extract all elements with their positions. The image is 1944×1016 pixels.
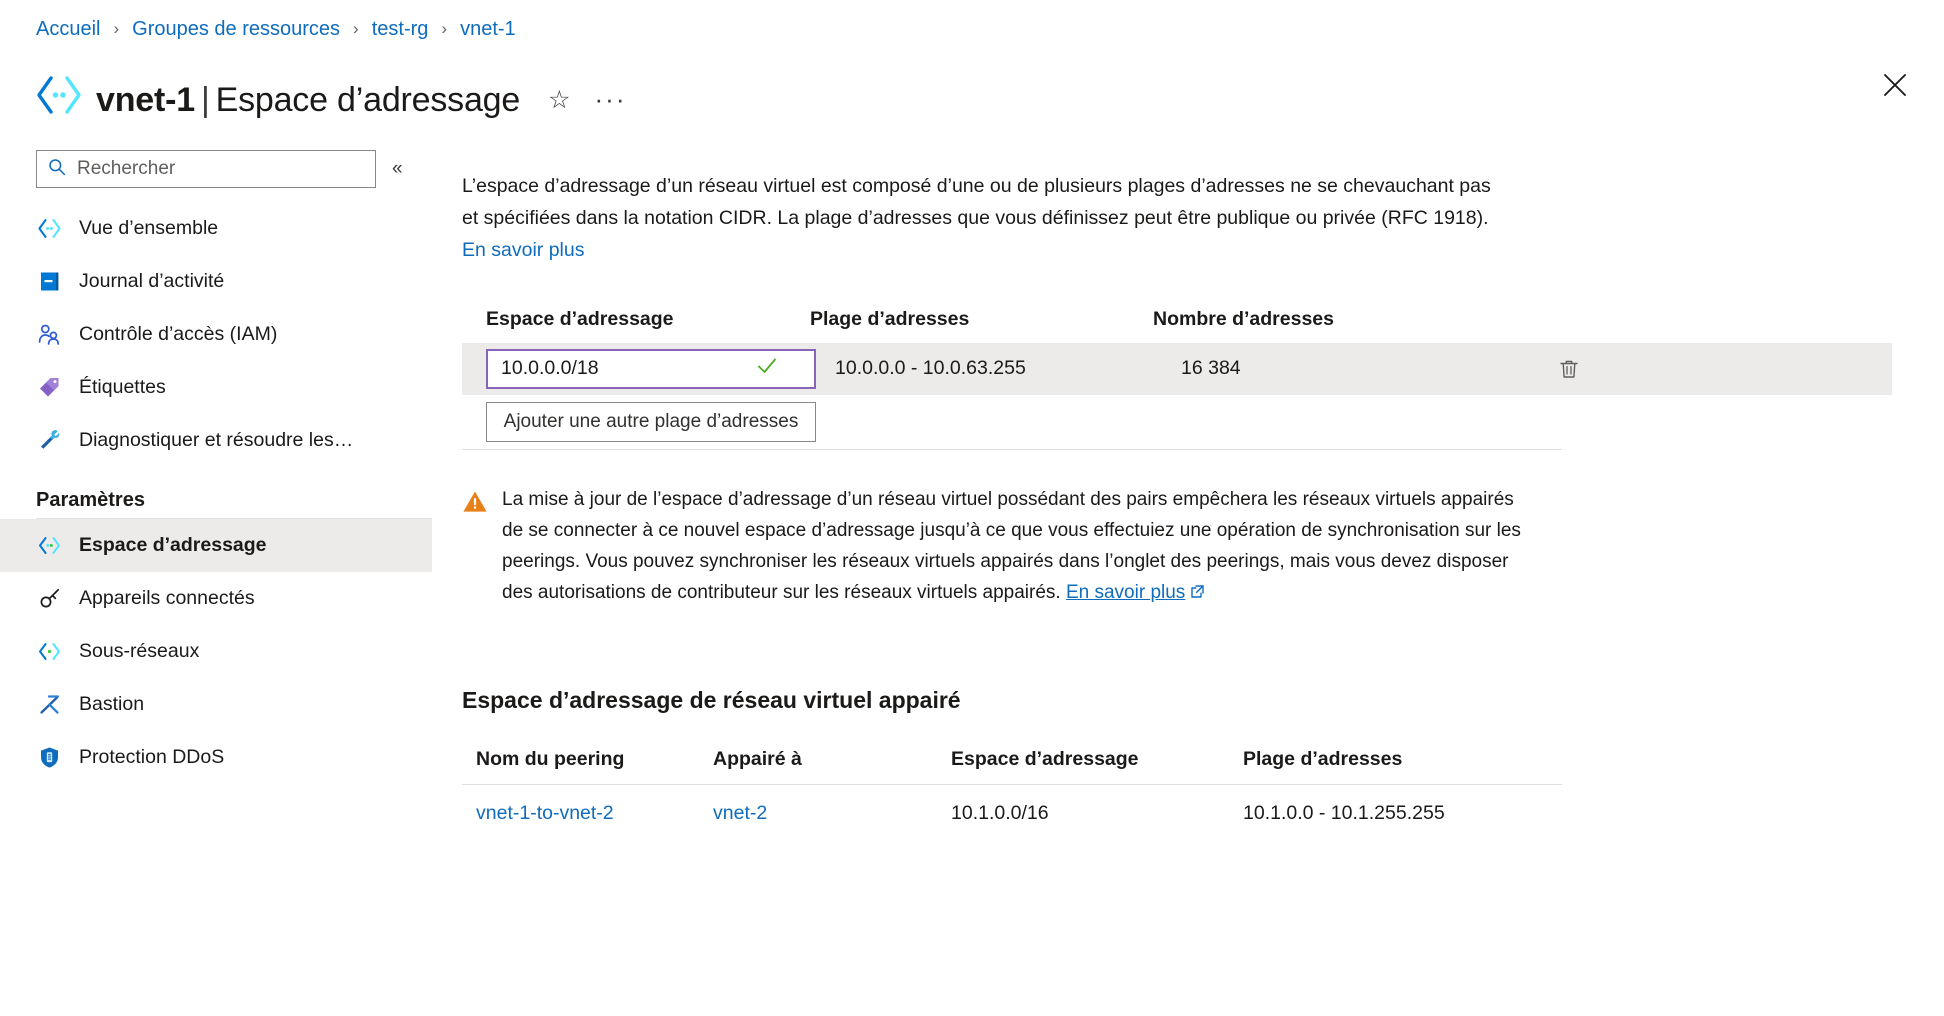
search-box[interactable] — [36, 150, 376, 188]
sidebar-item-label: Bastion — [79, 693, 144, 716]
breadcrumb-separator-icon: › — [353, 19, 359, 39]
sidebar-item-label: Étiquettes — [79, 376, 166, 399]
favorite-star-icon[interactable]: ☆ — [548, 88, 570, 113]
vnet-icon — [36, 216, 62, 242]
cell-address-range: 10.0.0.0 - 10.0.63.255 — [816, 357, 1159, 380]
warning-learn-more-link[interactable]: En savoir plus — [1066, 582, 1185, 603]
peered-address-space-title: Espace d’adressage de réseau virtuel app… — [462, 687, 1892, 714]
column-header-peered-address-range: Plage d’adresses — [1243, 748, 1543, 771]
sidebar-item-label: Protection DDoS — [79, 746, 224, 769]
sidebar-item-overview[interactable]: Vue d’ensemble — [0, 202, 432, 255]
sidebar-item-diagnose[interactable]: Diagnostiquer et résoudre les… — [0, 414, 432, 467]
more-options-icon[interactable]: ··· — [595, 92, 627, 108]
sidebar-search-row: « — [0, 150, 432, 188]
breadcrumb-separator-icon: › — [441, 19, 447, 39]
address-space-input[interactable] — [499, 356, 751, 381]
tag-icon — [36, 375, 62, 401]
cell-address-count: 16 384 — [1159, 357, 1489, 380]
check-icon — [755, 354, 779, 383]
cell-peered-address-range: 10.1.0.0 - 10.1.255.255 — [1243, 802, 1543, 825]
page-title-section: Espace d’adressage — [216, 81, 521, 119]
description-text: L’espace d’adressage d’un réseau virtuel… — [462, 175, 1491, 229]
warning-text: La mise à jour de l’espace d’adressage d… — [502, 489, 1521, 603]
sidebar-item-connected-devices[interactable]: Appareils connectés — [0, 572, 432, 625]
close-blade-button[interactable] — [1874, 64, 1916, 106]
external-link-icon — [1190, 583, 1205, 604]
peered-table-header: Nom du peering Appairé à Espace d’adress… — [462, 748, 1562, 785]
learn-more-link[interactable]: En savoir plus — [462, 239, 584, 261]
breadcrumb-item-resource-groups[interactable]: Groupes de ressources — [132, 18, 340, 41]
column-header-address-space: Espace d’adressage — [462, 308, 810, 331]
sidebar-item-label: Journal d’activité — [79, 270, 224, 293]
sidebar-item-label: Espace d’adressage — [79, 534, 267, 557]
sidebar-item-address-space[interactable]: Espace d’adressage — [0, 519, 432, 572]
azure-portal-blade: Accueil › Groupes de ressources › test-r… — [0, 0, 1944, 1016]
trash-icon — [1557, 357, 1581, 381]
sidebar-item-label: Appareils connectés — [79, 587, 255, 610]
page-title-resource: vnet-1 — [96, 81, 195, 119]
diagnose-icon — [36, 428, 62, 454]
search-input[interactable] — [75, 157, 325, 181]
sidebar-item-label: Sous-réseaux — [79, 640, 199, 663]
warning-icon — [462, 489, 488, 609]
table-row: 10.0.0.0 - 10.0.63.255 16 384 — [462, 343, 1892, 395]
peering-sync-warning: La mise à jour de l’espace d’adressage d… — [462, 484, 1522, 609]
access-control-icon — [36, 322, 62, 348]
column-header-address-count: Nombre d’adresses — [1153, 308, 1483, 331]
sidebar-nav-settings: Espace d’adressage Appareils connectés — [0, 519, 432, 784]
subnets-icon — [36, 639, 62, 665]
sidebar-item-subnets[interactable]: Sous-réseaux — [0, 625, 432, 678]
blade-sidebar: « Vue d’ensemble — [0, 150, 432, 784]
sidebar-item-activity-log[interactable]: Journal d’activité — [0, 255, 432, 308]
sidebar-item-bastion[interactable]: Bastion — [0, 678, 432, 731]
column-header-peered-to: Appairé à — [713, 748, 951, 771]
breadcrumb-item-home[interactable]: Accueil — [36, 18, 100, 41]
address-space-input-wrapper[interactable] — [486, 349, 816, 389]
breadcrumb-item-test-rg[interactable]: test-rg — [372, 18, 429, 41]
column-header-address-range: Plage d’adresses — [810, 308, 1153, 331]
sidebar-item-ddos-protection[interactable]: Protection DDoS — [0, 731, 432, 784]
breadcrumb-item-vnet-1[interactable]: vnet-1 — [460, 18, 516, 41]
bastion-icon — [36, 692, 62, 718]
add-address-range-button[interactable]: Ajouter une autre plage d’adresses — [486, 402, 816, 442]
cell-peered-address-space: 10.1.0.0/16 — [951, 802, 1243, 825]
sidebar-item-label: Vue d’ensemble — [79, 217, 218, 240]
close-icon — [1882, 72, 1908, 98]
page-title: vnet-1|Espace d’adressage — [96, 81, 520, 120]
peered-address-space-table: Nom du peering Appairé à Espace d’adress… — [462, 748, 1562, 843]
sidebar-item-label: Diagnostiquer et résoudre les… — [79, 429, 353, 452]
sidebar-item-tags[interactable]: Étiquettes — [0, 361, 432, 414]
peered-to-link[interactable]: vnet-2 — [713, 802, 767, 824]
sidebar-item-access-control[interactable]: Contrôle d’accès (IAM) — [0, 308, 432, 361]
ddos-protection-icon — [36, 745, 62, 771]
activity-log-icon — [36, 269, 62, 295]
warning-text-block: La mise à jour de l’espace d’adressage d… — [502, 484, 1522, 609]
table-divider — [462, 449, 1562, 450]
table-row: vnet-1-to-vnet-2 vnet-2 10.1.0.0/16 10.1… — [462, 785, 1562, 843]
address-space-description: L’espace d’adressage d’un réseau virtuel… — [462, 170, 1507, 266]
address-space-icon — [36, 533, 62, 559]
breadcrumb-separator-icon: › — [113, 19, 119, 39]
column-header-peering-name: Nom du peering — [476, 748, 713, 771]
virtual-network-icon — [36, 72, 82, 118]
search-icon — [48, 158, 66, 181]
delete-address-space-button[interactable] — [1489, 357, 1599, 381]
breadcrumb: Accueil › Groupes de ressources › test-r… — [36, 18, 516, 41]
peering-name-link[interactable]: vnet-1-to-vnet-2 — [476, 802, 614, 824]
address-space-table-header: Espace d’adressage Plage d’adresses Nomb… — [462, 308, 1892, 343]
sidebar-group-title-settings: Paramètres — [0, 489, 432, 512]
column-header-peered-address-space: Espace d’adressage — [951, 748, 1243, 771]
connected-devices-icon — [36, 586, 62, 612]
page-title-divider: | — [195, 81, 216, 119]
main-content: L’espace d’adressage d’un réseau virtuel… — [462, 150, 1892, 843]
address-space-table: Espace d’adressage Plage d’adresses Nomb… — [462, 308, 1892, 450]
collapse-sidebar-icon[interactable]: « — [392, 158, 403, 180]
sidebar-item-label: Contrôle d’accès (IAM) — [79, 323, 277, 346]
sidebar-nav-top: Vue d’ensemble Journal d’activité — [0, 202, 432, 467]
